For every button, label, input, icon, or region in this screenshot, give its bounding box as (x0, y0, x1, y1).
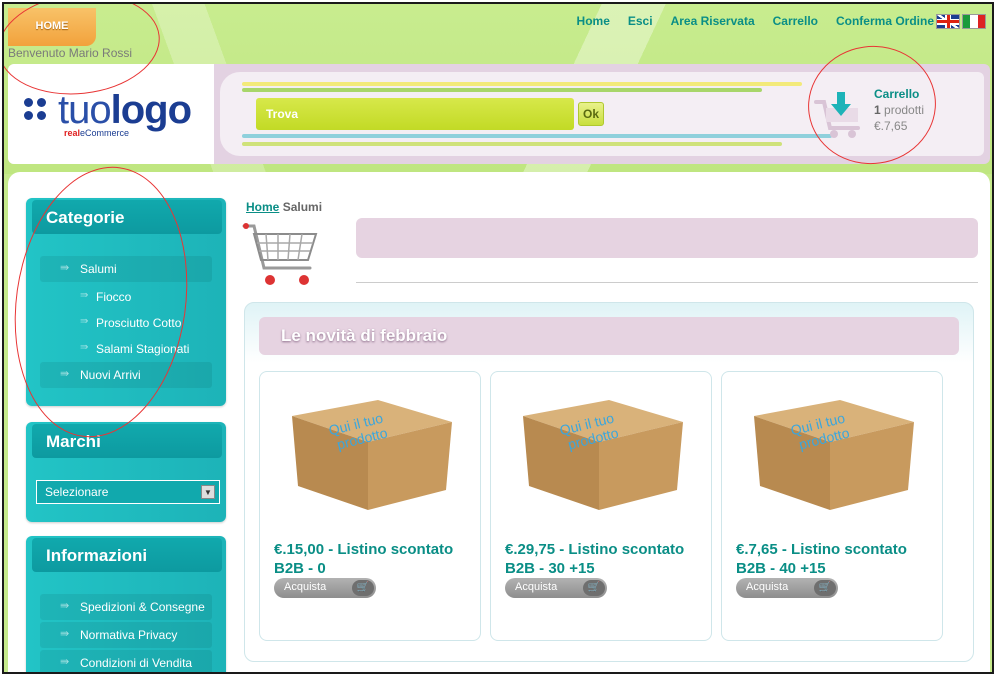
cart-summary[interactable]: Carrello 1 prodotti €.7,65 (874, 86, 924, 134)
category-salumi[interactable]: Salumi (40, 256, 212, 282)
breadcrumb-current: Salumi (282, 200, 323, 214)
buy-button[interactable]: Acquista 🛒 (736, 578, 838, 598)
product-box-image[interactable]: Qui il tuo prodotto (519, 386, 685, 514)
product-price[interactable]: €.7,65 - Listino scontato (736, 540, 936, 559)
subcategory-fiocco[interactable]: Fiocco (80, 290, 132, 304)
shopping-cart-icon (242, 223, 318, 285)
cart-download-icon[interactable] (814, 90, 864, 140)
brand-select[interactable]: Selezionare ▼ (36, 480, 220, 504)
brand-select-value: Selezionare (45, 485, 109, 499)
buy-button-label: Acquista (746, 581, 789, 593)
nav-home[interactable]: Home (577, 14, 610, 28)
product-box-image[interactable]: Qui il tuo prodotto (288, 386, 454, 514)
cart-title[interactable]: Carrello (874, 86, 924, 102)
buy-button-label: Acquista (284, 581, 327, 593)
breadcrumb: Home Salumi (246, 200, 322, 214)
info-title: Informazioni (32, 538, 222, 572)
buy-button-label: Acquista (515, 581, 558, 593)
top-navigation: Home Esci Area Riservata Carrello Confer… (577, 14, 934, 28)
logo[interactable]: tuologo realeCommerce (8, 64, 214, 164)
nav-logout[interactable]: Esci (628, 14, 653, 28)
category-nuovi-arrivi[interactable]: Nuovi Arrivi (40, 362, 212, 388)
header: tuologo realeCommerce Trova Ok Carrello (8, 64, 990, 164)
subcategory-salami-stagionati[interactable]: Salami Stagionati (80, 342, 189, 356)
cart-icon: 🛒 (583, 580, 605, 596)
categories-title: Categorie (32, 200, 222, 234)
subcategory-prosciutto-cotto[interactable]: Prosciutto Cotto (80, 316, 181, 330)
cart-count: 1 (874, 103, 881, 117)
nav-cart[interactable]: Carrello (773, 14, 818, 28)
page-frame: HOME Benvenuto Mario Rossi Home Esci Are… (2, 2, 994, 674)
product-price[interactable]: €.29,75 - Listino scontato (505, 540, 705, 559)
cart-icon: 🛒 (352, 580, 374, 596)
search-input[interactable]: Trova (256, 98, 574, 130)
buy-button[interactable]: Acquista 🛒 (505, 578, 607, 598)
logo-sub-text: eCommerce (80, 128, 130, 138)
product-card[interactable]: Qui il tuo prodotto €.15,00 - Listino sc… (259, 371, 481, 641)
uk-flag-icon[interactable] (936, 14, 960, 29)
news-title: Le novità di febbraio (259, 317, 959, 355)
buy-button[interactable]: Acquista 🛒 (274, 578, 376, 598)
cart-icon: 🛒 (814, 580, 836, 596)
logo-sub-red: real (64, 128, 81, 138)
brands-box: Marchi Selezionare ▼ (26, 422, 226, 522)
product-price-list[interactable]: B2B - 40 +15 (736, 559, 936, 578)
info-terms[interactable]: Condizioni di Vendita (40, 650, 212, 672)
news-panel: Le novità di febbraio Qui il tuo prodott… (244, 302, 974, 662)
product-card[interactable]: Qui il tuo prodotto €.29,75 - Listino sc… (490, 371, 712, 641)
content-area: Categorie Salumi Fiocco Prosciutto Cotto… (8, 172, 990, 674)
brands-title: Marchi (32, 424, 222, 458)
info-shipping[interactable]: Spedizioni & Consegne (40, 594, 212, 620)
cart-total: €.7,65 (874, 119, 908, 133)
welcome-message: Benvenuto Mario Rossi (8, 46, 133, 60)
decor-stripe (242, 82, 802, 86)
decor-stripe (242, 88, 762, 92)
logo-dots-icon (24, 98, 46, 120)
product-price[interactable]: €.15,00 - Listino scontato (274, 540, 474, 559)
breadcrumb-home[interactable]: Home (246, 200, 279, 214)
categories-box: Categorie Salumi Fiocco Prosciutto Cotto… (26, 198, 226, 406)
divider (356, 282, 978, 283)
product-price-list[interactable]: B2B - 30 +15 (505, 559, 705, 578)
header-search-area: Trova Ok Carrello 1 prodotti €.7,65 (220, 72, 984, 156)
logo-text-thin: tuo (58, 88, 112, 132)
next-panel-edge (244, 672, 974, 674)
language-flags (936, 14, 986, 29)
nav-confirm-order[interactable]: Conferma Ordine (836, 14, 934, 28)
home-tab[interactable]: HOME (8, 8, 96, 46)
nav-reserved-area[interactable]: Area Riservata (671, 14, 755, 28)
italy-flag-icon[interactable] (962, 14, 986, 29)
decor-stripe (242, 142, 782, 146)
info-box: Informazioni Spedizioni & Consegne Norma… (26, 536, 226, 672)
product-price-list[interactable]: B2B - 0 (274, 559, 474, 578)
category-banner (356, 218, 978, 258)
info-privacy[interactable]: Normativa Privacy (40, 622, 212, 648)
chevron-down-icon[interactable]: ▼ (201, 485, 215, 499)
search-button[interactable]: Ok (578, 102, 604, 126)
product-box-image[interactable]: Qui il tuo prodotto (750, 386, 916, 514)
cart-count-label: prodotti (884, 103, 925, 117)
decor-stripe (242, 134, 832, 138)
product-card[interactable]: Qui il tuo prodotto €.7,65 - Listino sco… (721, 371, 943, 641)
logo-text-bold: logo (110, 88, 192, 132)
